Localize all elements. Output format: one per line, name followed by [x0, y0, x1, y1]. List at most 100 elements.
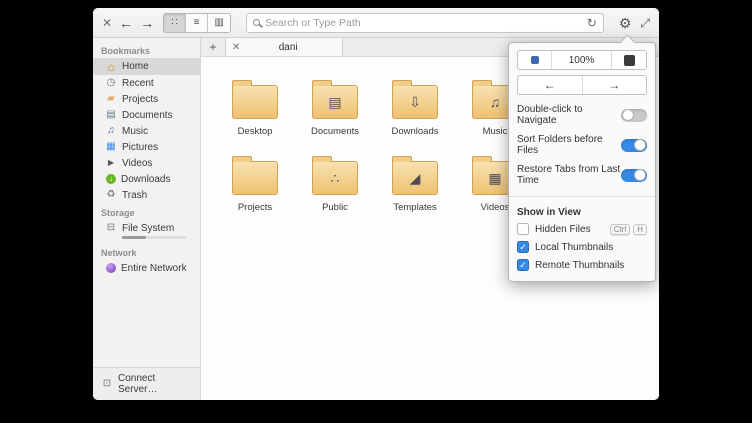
search-icon — [253, 19, 261, 26]
sidebar-item-label: Downloads — [121, 173, 171, 185]
tab-label: dani — [278, 41, 298, 53]
home-icon: ⌂ — [107, 59, 115, 74]
checkbox-row-hidden-files: ✓ Hidden Files Ctrl H — [517, 220, 647, 238]
close-icon[interactable]: ✕ — [102, 17, 112, 29]
toggle-row-sort-folders: Sort Folders before Files — [517, 130, 647, 160]
search-input[interactable] — [265, 16, 582, 29]
h-keycap: H — [633, 223, 647, 235]
checkbox-label: Local Thumbnails — [535, 241, 614, 253]
sidebar-item-videos[interactable]: ▶ Videos — [93, 155, 200, 171]
connect-server-button[interactable]: ⊡ Connect Server… — [93, 367, 200, 400]
folder-icon — [232, 156, 278, 195]
forward-icon[interactable]: → — [140, 16, 154, 30]
toggle-knob — [634, 139, 646, 151]
toggle-row-restore-tabs: Restore Tabs from Last Time — [517, 160, 647, 190]
sidebar-item-label: Documents — [122, 109, 173, 121]
settings-popover: 100% ← → Double-click to Navigate Sort F… — [508, 42, 656, 282]
folder-templates[interactable]: ◢ Templates — [375, 151, 455, 213]
recent-icon: ◷ — [106, 77, 116, 88]
popover-separator — [509, 196, 655, 197]
checkbox-label: Remote Thumbnails — [535, 259, 625, 271]
sidebar-item-music[interactable]: ♫ Music — [93, 123, 200, 139]
folder-name: Desktop — [237, 126, 273, 137]
sidebar-item-documents[interactable]: ▤ Documents — [93, 107, 200, 123]
sidebar-item-file-system[interactable]: ⊟ File System — [93, 220, 200, 236]
expand-icon[interactable]: ⤢ — [640, 17, 650, 29]
server-icon: ⊡ — [102, 378, 112, 389]
sidebar-item-label: Entire Network — [121, 262, 187, 274]
folder-name: Music — [482, 126, 508, 137]
share-emblem-icon: ∴ — [330, 169, 340, 186]
hidden-files-checkbox[interactable]: ✓ — [517, 223, 529, 235]
path-search-bar: ↻ — [246, 12, 604, 33]
remote-thumbnails-checkbox[interactable]: ✓ — [517, 259, 529, 271]
folder-name: Videos — [480, 202, 510, 213]
folder-name: Templates — [393, 202, 437, 213]
sidebar-item-trash[interactable]: ♻ Trash — [93, 187, 200, 203]
zoom-out-button[interactable] — [518, 51, 552, 69]
sort-folders-toggle[interactable] — [621, 138, 647, 152]
show-in-view-header: Show in View — [517, 207, 581, 218]
zoom-level-label: 100% — [552, 51, 612, 69]
folder-name: Projects — [237, 202, 273, 213]
documents-icon: ▤ — [106, 109, 116, 120]
history-control: ← → — [517, 75, 647, 95]
projects-emblem-icon — [233, 162, 277, 194]
music-note-icon: ♫ — [107, 125, 115, 136]
refresh-icon[interactable]: ↻ — [587, 16, 597, 30]
column-view-button[interactable]: ▥ — [208, 14, 230, 32]
videos-icon: ▶ — [107, 158, 115, 167]
list-view-button[interactable]: ≡ — [186, 13, 209, 32]
sidebar-item-label: Videos — [122, 157, 153, 169]
downloads-icon: ↓ — [106, 174, 116, 184]
zoom-in-button[interactable] — [612, 51, 646, 69]
folder-name: Documents — [310, 126, 360, 137]
popover-back-button[interactable]: ← — [518, 76, 583, 94]
shortcut-keys: Ctrl H — [609, 223, 647, 235]
folder-downloads[interactable]: ⇩ Downloads — [375, 75, 455, 137]
sidebar-item-downloads[interactable]: ↓ Downloads — [93, 171, 200, 187]
download-emblem-icon: ⇩ — [409, 93, 421, 110]
sidebar-item-label: Trash — [122, 189, 148, 201]
drive-icon: ⊟ — [106, 222, 116, 233]
toggle-knob — [634, 169, 646, 181]
check-icon: ✓ — [519, 241, 527, 252]
desktop-emblem-icon — [233, 86, 277, 118]
sidebar-item-label: Home — [122, 61, 149, 72]
connect-server-label: Connect Server… — [118, 373, 158, 395]
folder-icon — [232, 80, 278, 119]
sidebar-item-label: Projects — [122, 93, 159, 105]
restore-tabs-toggle[interactable] — [621, 168, 647, 182]
popover-forward-button[interactable]: → — [583, 76, 647, 94]
ctrl-keycap: Ctrl — [609, 223, 631, 235]
folder-icon: ∴ — [312, 156, 358, 195]
folder-public[interactable]: ∴ Public — [295, 151, 375, 213]
folder-icon: ▤ — [312, 80, 358, 119]
folder-documents[interactable]: ▤ Documents — [295, 75, 375, 137]
gear-icon[interactable]: ⚙ — [619, 16, 632, 30]
sidebar-item-projects[interactable]: ▰ Projects — [93, 91, 200, 107]
folder-projects[interactable]: Projects — [215, 151, 295, 213]
double-click-toggle[interactable] — [621, 108, 647, 122]
tab-dani[interactable]: ✕ dani — [225, 38, 343, 56]
trash-icon: ♻ — [106, 189, 116, 200]
checkbox-row-remote-thumbnails: ✓ Remote Thumbnails — [517, 256, 647, 274]
folder-icon: ◢ — [392, 156, 438, 195]
zoom-out-icon — [530, 56, 539, 64]
new-tab-button[interactable]: + — [201, 38, 225, 56]
sidebar-item-entire-network[interactable]: Entire Network — [93, 260, 200, 276]
grid-view-button[interactable]: ∷ — [164, 13, 187, 32]
folder-desktop[interactable]: Desktop — [215, 75, 295, 137]
toggle-label: Sort Folders before Files — [517, 134, 603, 156]
pictures-icon: ▦ — [106, 141, 116, 152]
zoom-control: 100% — [517, 50, 647, 70]
sidebar-section-storage: Storage — [101, 208, 135, 218]
sidebar-item-pictures[interactable]: ▦ Pictures — [93, 139, 200, 155]
local-thumbnails-checkbox[interactable]: ✓ — [517, 241, 529, 253]
back-icon[interactable]: ← — [119, 16, 133, 30]
sidebar-item-recent[interactable]: ◷ Recent — [93, 75, 200, 91]
network-globe-icon — [106, 263, 116, 273]
sidebar-item-home[interactable]: ⌂ Home — [93, 58, 200, 75]
toggle-row-double-click: Double-click to Navigate — [517, 100, 647, 130]
tab-close-icon[interactable]: ✕ — [232, 42, 240, 53]
